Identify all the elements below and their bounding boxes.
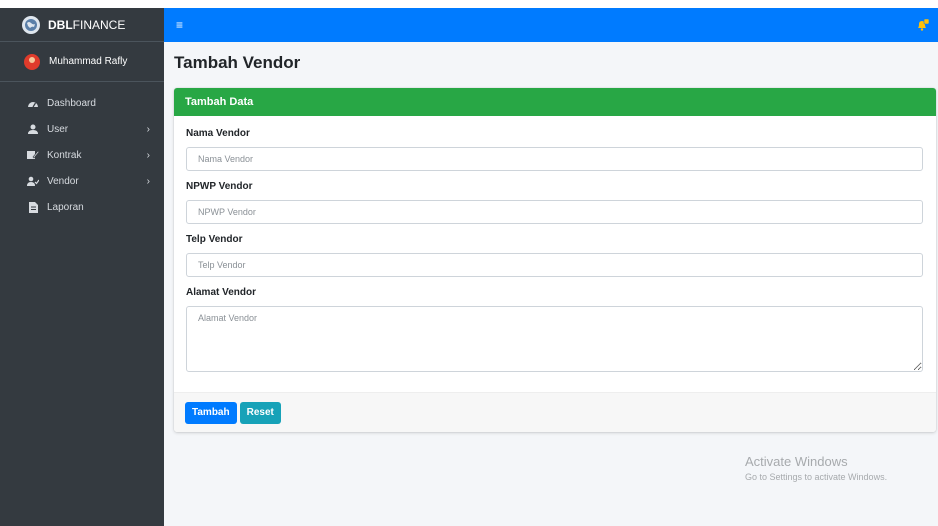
- brand-link[interactable]: DBLFINANCE: [0, 8, 164, 42]
- sidebar-item-kontrak[interactable]: Kontrak ›: [0, 142, 164, 168]
- chevron-right-icon: ›: [146, 175, 150, 187]
- top-navbar: ≡: [164, 8, 938, 42]
- globe-logo-icon: [22, 15, 40, 34]
- sidebar-item-vendor[interactable]: Vendor ›: [0, 168, 164, 194]
- sidebar-item-label: User: [47, 123, 69, 135]
- npwp-vendor-label: NPWP Vendor: [186, 181, 253, 192]
- vendor-icon: [27, 176, 39, 186]
- telp-vendor-label: Telp Vendor: [186, 234, 243, 245]
- watermark-title: Activate Windows: [745, 454, 848, 469]
- sidebar-nav: Dashboard User › Kontrak › Vendor › Lapo…: [0, 90, 164, 220]
- avatar: [24, 53, 40, 70]
- user-panel[interactable]: Muhammad Rafly: [0, 42, 164, 82]
- alamat-vendor-label: Alamat Vendor: [186, 287, 257, 298]
- dashboard-icon: [27, 98, 39, 108]
- telp-vendor-input[interactable]: [186, 253, 923, 277]
- chevron-right-icon: ›: [146, 149, 150, 161]
- nama-vendor-input[interactable]: [186, 147, 923, 171]
- user-icon: [27, 124, 39, 134]
- sidebar-item-label: Vendor: [47, 175, 79, 187]
- user-name: Muhammad Rafly: [49, 56, 128, 67]
- sidebar-item-dashboard[interactable]: Dashboard: [0, 90, 164, 116]
- reset-button[interactable]: Reset: [239, 401, 281, 424]
- add-vendor-card: Tambah Data Nama Vendor NPWP Vendor Telp…: [174, 88, 936, 432]
- sidebar: DBLFINANCE Muhammad Rafly Dashboard User…: [0, 8, 164, 526]
- sidebar-item-laporan[interactable]: Laporan: [0, 194, 164, 220]
- chevron-right-icon: ›: [146, 123, 150, 135]
- watermark-subtitle: Go to Settings to activate Windows.: [745, 472, 888, 482]
- npwp-vendor-input[interactable]: [186, 200, 923, 224]
- card-footer: Tambah Reset: [174, 392, 936, 432]
- brand-name-bold: DBL: [48, 17, 73, 32]
- report-icon: [27, 201, 39, 213]
- sidebar-item-label: Kontrak: [47, 149, 82, 161]
- sidebar-item-label: Laporan: [47, 201, 84, 213]
- tambah-button[interactable]: Tambah: [185, 401, 237, 424]
- sidebar-item-label: Dashboard: [47, 97, 96, 109]
- hamburger-icon[interactable]: ≡: [176, 18, 183, 32]
- page-title: Tambah Vendor: [174, 53, 301, 72]
- brand-name: DBLFINANCE: [48, 18, 125, 32]
- nama-vendor-label: Nama Vendor: [186, 128, 250, 139]
- sidebar-item-user[interactable]: User ›: [0, 116, 164, 142]
- card-body: Nama Vendor NPWP Vendor Telp Vendor Alam…: [174, 116, 936, 375]
- brand-name-rest: FINANCE: [72, 17, 126, 32]
- alamat-vendor-textarea[interactable]: [186, 306, 923, 372]
- bell-icon[interactable]: [916, 18, 930, 32]
- activate-windows-watermark: Activate Windows Go to Settings to activ…: [745, 454, 887, 482]
- card-header: Tambah Data: [174, 88, 936, 116]
- contract-icon: [27, 150, 39, 160]
